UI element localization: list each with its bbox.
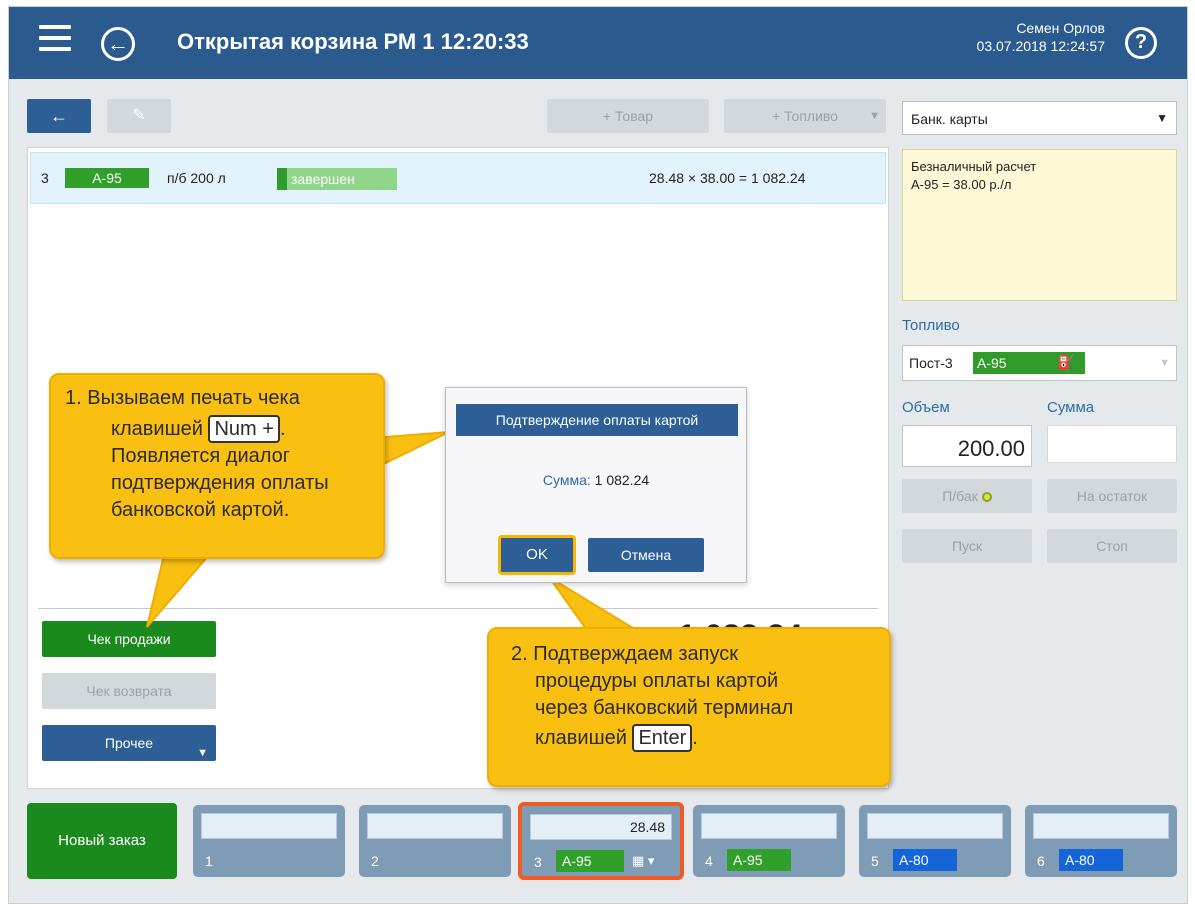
user-name: Семен Орлов	[1016, 20, 1105, 36]
other-label: Прочее	[104, 735, 154, 751]
sum-input[interactable]	[1047, 425, 1177, 463]
other-button[interactable]: Прочее ▼	[42, 725, 216, 761]
info-line: А-95 = 38.00 р./л	[911, 177, 1012, 192]
dialog-title: Подтверждение оплаты картой	[456, 404, 738, 436]
order-tab-value	[201, 813, 337, 839]
keyboard-key: Num +	[208, 415, 280, 443]
order-tab-value	[1033, 813, 1169, 839]
callout-line: банковской картой.	[111, 499, 290, 521]
payment-type-select[interactable]: Банк. карты ▼	[902, 101, 1177, 135]
add-fuel-label: + Топливо	[772, 108, 838, 124]
divider	[38, 608, 878, 609]
order-tab-fuel: А-95	[727, 849, 791, 871]
cart-row[interactable]: 3 А-95 п/б 200 л завершен 28.48 × 38.00 …	[30, 152, 886, 204]
basket-icon: ▦ ▾	[632, 853, 655, 868]
order-tab[interactable]: 6 А-80	[1025, 805, 1177, 877]
pump-label: Пост-3	[909, 355, 953, 371]
add-item-button[interactable]: + Товар	[547, 99, 709, 133]
order-tab[interactable]: 4 А-95	[693, 805, 845, 877]
header-bar: ← Открытая корзина РМ 1 12:20:33 Семен О…	[9, 7, 1187, 79]
order-tab-active[interactable]: 28.48 3 А-95 ▦ ▾	[519, 803, 683, 879]
status-badge: завершен	[277, 168, 397, 190]
chevron-down-icon: ▼	[197, 747, 208, 759]
callout-line: 2. Подтверждаем запуск	[511, 643, 739, 665]
edit-button[interactable]: ✎	[107, 99, 171, 133]
keyboard-key: Enter	[632, 724, 693, 752]
stop-button[interactable]: Стоп	[1047, 529, 1177, 563]
full-tank-label: П/бак	[942, 488, 978, 504]
chevron-down-icon: ▼	[869, 110, 880, 122]
fuel-label: Топливо	[902, 317, 960, 334]
callout-line: подтверждения оплаты	[111, 472, 329, 494]
payment-info-box: Безналичный расчет А-95 = 38.00 р./л	[902, 149, 1177, 301]
menu-icon[interactable]	[39, 25, 71, 55]
full-tank-button[interactable]: П/бак	[902, 479, 1032, 513]
callout-text: клавишей	[111, 418, 203, 440]
callout-text: .	[692, 727, 698, 749]
order-tab-value	[367, 813, 503, 839]
indicator-dot-icon	[981, 492, 992, 503]
callout-line: 1. Вызываем печать чека	[65, 387, 300, 409]
order-tab-number: 3	[534, 854, 542, 870]
callout-1: 1. Вызываем печать чека клавишей Num +. …	[49, 373, 385, 559]
callout-line: процедуры оплаты картой	[535, 670, 779, 692]
order-tab-value	[867, 813, 1003, 839]
row-number: 3	[41, 170, 49, 186]
order-tab-fuel: А-80	[1059, 849, 1123, 871]
nozzle-icon: ⛽	[1057, 354, 1075, 370]
fuel-badge: А-95	[65, 168, 149, 188]
add-fuel-button[interactable]: + Топливо ▼	[724, 99, 886, 133]
info-line: Безналичный расчет	[911, 159, 1037, 174]
callout-2: 2. Подтверждаем запуск процедуры оплаты …	[487, 627, 891, 787]
app-window: ← Открытая корзина РМ 1 12:20:33 Семен О…	[8, 6, 1188, 904]
callout-line: через банковский терминал	[535, 697, 794, 719]
callout-text: .	[279, 418, 286, 440]
order-tab-number: 5	[871, 853, 879, 869]
payment-type-value: Банк. карты	[911, 111, 988, 127]
callout-line: Появляется диалог	[111, 445, 291, 467]
dialog-sum-value: 1 082.24	[594, 472, 650, 488]
sale-receipt-button[interactable]: Чек продажи	[42, 621, 216, 657]
row-description: п/б 200 л	[167, 170, 226, 186]
pump-select[interactable]: Пост-3 А-95 ⛽ ▼	[902, 345, 1177, 381]
order-tabs-bar: Новый заказ 1 2 28.48 3 А-95 ▦ ▾ 4 А-95 …	[9, 795, 1187, 903]
user-info: Семен Орлов 03.07.2018 12:24:57	[977, 19, 1105, 55]
remainder-button[interactable]: На остаток	[1047, 479, 1177, 513]
order-tab-number: 1	[205, 853, 213, 869]
order-tab[interactable]: 1	[193, 805, 345, 877]
page-title: Открытая корзина РМ 1 12:20:33	[177, 29, 529, 54]
order-tab[interactable]: 2	[359, 805, 511, 877]
sum-label: Сумма	[1047, 399, 1095, 416]
volume-input[interactable]: 200.00	[902, 425, 1032, 467]
order-tab-fuel: А-95	[556, 850, 624, 872]
help-icon[interactable]: ?	[1125, 27, 1157, 59]
start-button[interactable]: Пуск	[902, 529, 1032, 563]
order-tab-number: 4	[705, 853, 713, 869]
cart-back-button[interactable]: ←	[27, 99, 91, 133]
order-tab-value	[701, 813, 837, 839]
return-receipt-button[interactable]: Чек возврата	[42, 673, 216, 709]
chevron-down-icon: ▼	[1159, 357, 1170, 369]
ok-button[interactable]: OK	[498, 535, 576, 575]
volume-label: Объем	[902, 399, 950, 416]
callout-line: клавишей Enter.	[511, 724, 875, 752]
order-tab-fuel: А-80	[893, 849, 957, 871]
dialog-sum-label: Сумма:	[542, 472, 591, 488]
callout-line: клавишей Num +.	[65, 415, 369, 443]
card-payment-dialog: Подтверждение оплаты картой Сумма: 1 082…	[445, 387, 747, 583]
order-tab-number: 6	[1037, 853, 1045, 869]
cancel-button[interactable]: Отмена	[588, 538, 704, 572]
callout-text: клавишей	[535, 727, 627, 749]
order-tab-number: 2	[371, 853, 379, 869]
row-calculation: 28.48 × 38.00 = 1 082.24	[649, 170, 806, 186]
user-datetime: 03.07.2018 12:24:57	[976, 38, 1105, 54]
order-tab[interactable]: 5 А-80	[859, 805, 1011, 877]
dialog-sum: Сумма: 1 082.24	[446, 472, 746, 488]
back-icon[interactable]: ←	[101, 27, 135, 61]
new-order-button[interactable]: Новый заказ	[27, 803, 177, 879]
chevron-down-icon: ▼	[1156, 111, 1168, 125]
order-tab-value: 28.48	[530, 814, 672, 840]
